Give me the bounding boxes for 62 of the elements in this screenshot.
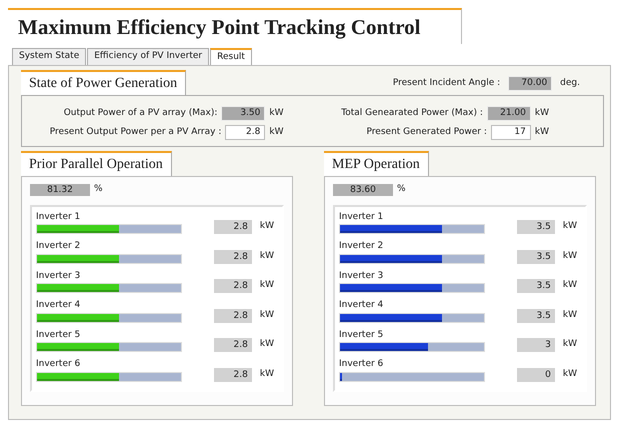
unit-label: kW	[562, 338, 577, 352]
unit-label: kW	[534, 106, 549, 120]
unit-label: kW	[562, 368, 577, 381]
value-field: 21.00	[486, 106, 531, 121]
inverter-label: Inverter 3	[36, 270, 82, 282]
unit-label: deg.	[560, 76, 580, 90]
value-field[interactable]: 17	[490, 125, 531, 140]
value-field: 2.8	[214, 250, 252, 264]
angle-field: 70.00	[508, 76, 552, 91]
unit-label: %	[397, 183, 406, 196]
value-field: 3.5	[516, 220, 555, 234]
value-field: 0	[516, 368, 555, 382]
inverter-label: Inverter 3	[339, 270, 384, 282]
field-label: Output Power of a PV array (Max):	[64, 106, 218, 120]
tab[interactable]: Result	[210, 48, 252, 65]
value-field: 2.8	[214, 368, 252, 382]
inverter-label: Inverter 2	[36, 240, 82, 253]
value-field: 2.8	[214, 338, 252, 352]
inverter-label: Inverter 4	[339, 299, 384, 312]
field-label: Present Incident Angle :	[392, 76, 500, 90]
inverter-label: Inverter 5	[36, 328, 82, 342]
value-field: 2.8	[214, 279, 252, 293]
value-field: 3.5	[516, 279, 555, 293]
unit-label: kW	[562, 279, 577, 292]
section-title: Prior Parallel Operation	[21, 151, 172, 176]
unit-label: kW	[260, 220, 274, 234]
tab[interactable]: Efficiency of PV Inverter	[87, 48, 210, 65]
inverter-label: Inverter 5	[339, 328, 384, 342]
value-field: 2.8	[214, 220, 252, 234]
unit-label: %	[94, 183, 103, 196]
field-label: Present Generated Power :	[366, 126, 487, 139]
value-field[interactable]: 2.8	[225, 125, 266, 140]
field-label: Present Output Power per a PV Array :	[50, 126, 222, 139]
inverter-label: Inverter 6	[36, 358, 82, 371]
value-field: 3.5	[516, 308, 555, 322]
unit-label: kW	[562, 308, 577, 322]
efficiency-field: 81.32	[30, 184, 90, 196]
unit-label: kW	[269, 126, 284, 139]
unit-label: kW	[260, 338, 274, 352]
inverter-label: Inverter 2	[339, 240, 384, 253]
inverter-label: Inverter 1	[36, 210, 82, 224]
unit-label: kW	[260, 250, 274, 263]
inverter-label: Inverter 6	[339, 358, 384, 371]
unit-label: kW	[562, 220, 577, 234]
inverter-label: Inverter 1	[339, 210, 384, 224]
unit-label: kW	[562, 250, 577, 263]
inverter-label: Inverter 4	[36, 299, 82, 312]
value-field: 3.5	[516, 250, 555, 264]
tab[interactable]: System State	[12, 48, 86, 65]
window-title: Maximum Efficiency Point Tracking Control	[8, 8, 462, 44]
value-field: 2.8	[214, 308, 252, 322]
unit-label: kW	[534, 126, 549, 139]
unit-label: kW	[260, 279, 274, 292]
value-field: 3	[516, 338, 555, 352]
section-title: State of Power Generation	[21, 70, 186, 95]
unit-label: kW	[260, 368, 274, 381]
field-label: Total Genearated Power (Max) :	[341, 106, 483, 120]
value-field: 3.50	[221, 106, 266, 121]
unit-label: kW	[269, 106, 284, 120]
section-title: MEP Operation	[324, 151, 429, 176]
efficiency-field: 83.60	[333, 184, 393, 196]
unit-label: kW	[260, 308, 274, 322]
